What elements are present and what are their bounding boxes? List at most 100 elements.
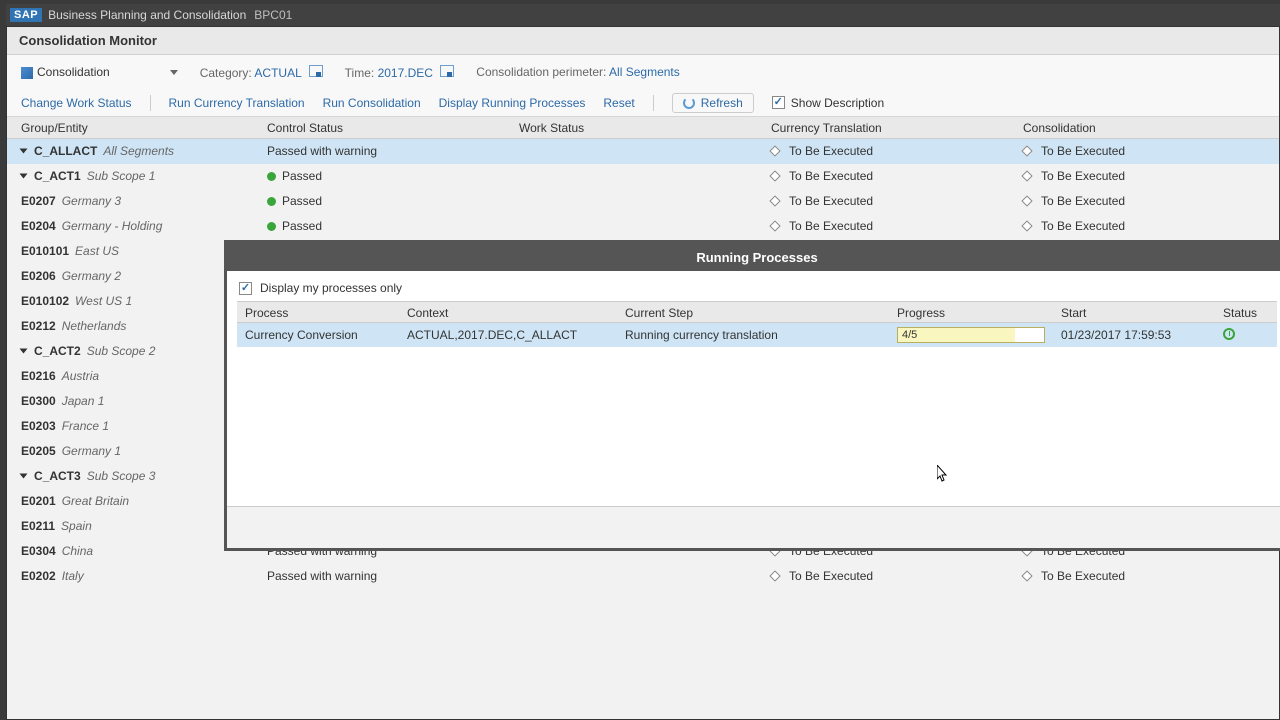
action-toolbar: Change Work Status Run Currency Translat… bbox=[7, 89, 1279, 117]
process-start: 01/23/2017 17:59:53 bbox=[1053, 328, 1215, 342]
picker-icon[interactable] bbox=[309, 65, 323, 77]
diamond-icon bbox=[769, 145, 780, 156]
entity-code: E0202 bbox=[21, 569, 56, 583]
cube-icon bbox=[21, 67, 33, 79]
entity-desc: Germany - Holding bbox=[62, 219, 163, 233]
table-row[interactable]: E0207Germany 3PassedTo Be ExecutedTo Be … bbox=[7, 189, 1279, 214]
entity-code: E010102 bbox=[21, 294, 69, 308]
entity-code: E0203 bbox=[21, 419, 56, 433]
my-processes-only-label: Display my processes only bbox=[260, 281, 402, 295]
progress-bar: 4/5 bbox=[897, 327, 1045, 343]
reset-button[interactable]: Reset bbox=[603, 96, 634, 110]
status-dot-icon bbox=[267, 222, 276, 231]
entity-desc: All Segments bbox=[103, 144, 174, 158]
header-consolidation[interactable]: Consolidation bbox=[1015, 117, 1279, 138]
process-step: Running currency translation bbox=[617, 328, 889, 342]
control-status-text: Passed bbox=[282, 219, 322, 233]
my-processes-only-checkbox[interactable] bbox=[239, 282, 252, 295]
consolidation-status-text: To Be Executed bbox=[1041, 169, 1125, 183]
expand-icon[interactable] bbox=[20, 349, 28, 354]
separator bbox=[653, 95, 654, 111]
currency-status-text: To Be Executed bbox=[789, 169, 873, 183]
change-work-status-button[interactable]: Change Work Status bbox=[21, 96, 132, 110]
diamond-icon bbox=[1021, 570, 1032, 581]
entity-desc: Germany 2 bbox=[62, 269, 121, 283]
table-row[interactable]: C_ALLACTAll SegmentsPassed with warningT… bbox=[7, 139, 1279, 164]
process-row[interactable]: Currency Conversion ACTUAL,2017.DEC,C_AL… bbox=[237, 323, 1277, 347]
entity-code: E0216 bbox=[21, 369, 56, 383]
header-process[interactable]: Process bbox=[237, 302, 399, 322]
dialog-footer bbox=[227, 506, 1280, 548]
header-current-step[interactable]: Current Step bbox=[617, 302, 889, 322]
entity-desc: Sub Scope 2 bbox=[87, 344, 156, 358]
process-status bbox=[1215, 328, 1277, 343]
clock-icon bbox=[1223, 328, 1235, 340]
refresh-button[interactable]: Refresh bbox=[672, 93, 754, 113]
status-dot-icon bbox=[267, 172, 276, 181]
diamond-icon bbox=[1021, 170, 1032, 181]
dialog-title: Running Processes bbox=[227, 243, 1280, 271]
entity-code: C_ACT1 bbox=[34, 169, 81, 183]
entity-code: E0300 bbox=[21, 394, 56, 408]
entity-desc: East US bbox=[75, 244, 119, 258]
entity-desc: Netherlands bbox=[62, 319, 127, 333]
entity-code: C_ACT2 bbox=[34, 344, 81, 358]
model-selector[interactable]: Consolidation bbox=[21, 65, 178, 79]
diamond-icon bbox=[1021, 220, 1032, 231]
entity-desc: Spain bbox=[61, 519, 92, 533]
header-entity[interactable]: Group/Entity bbox=[7, 117, 259, 138]
header-status[interactable]: Status bbox=[1215, 302, 1277, 322]
model-value: Consolidation bbox=[37, 65, 110, 79]
entity-code: C_ACT3 bbox=[34, 469, 81, 483]
grid-header: Group/Entity Control Status Work Status … bbox=[7, 117, 1279, 139]
refresh-icon bbox=[683, 97, 695, 109]
header-context[interactable]: Context bbox=[399, 302, 617, 322]
category-label: Category: bbox=[200, 66, 252, 80]
expand-icon[interactable] bbox=[20, 149, 28, 154]
process-progress: 4/5 bbox=[889, 327, 1053, 343]
entity-code: E0205 bbox=[21, 444, 56, 458]
display-running-processes-button[interactable]: Display Running Processes bbox=[439, 96, 586, 110]
titlebar: SAP Business Planning and Consolidation … bbox=[6, 4, 1280, 26]
header-work[interactable]: Work Status bbox=[511, 117, 763, 138]
time-value[interactable]: 2017.DEC bbox=[378, 66, 433, 80]
expand-icon[interactable] bbox=[20, 474, 28, 479]
consolidation-status-text: To Be Executed bbox=[1041, 194, 1125, 208]
header-progress[interactable]: Progress bbox=[889, 302, 1053, 322]
diamond-icon bbox=[769, 195, 780, 206]
separator bbox=[150, 95, 151, 111]
table-row[interactable]: E0202ItalyPassed with warningTo Be Execu… bbox=[7, 564, 1279, 589]
entity-desc: Austria bbox=[62, 369, 99, 383]
entity-desc: Italy bbox=[62, 569, 84, 583]
consolidation-status-text: To Be Executed bbox=[1041, 219, 1125, 233]
consolidation-status-text: To Be Executed bbox=[1041, 144, 1125, 158]
table-row[interactable]: C_ACT1Sub Scope 1PassedTo Be ExecutedTo … bbox=[7, 164, 1279, 189]
entity-code: E0201 bbox=[21, 494, 56, 508]
diamond-icon bbox=[769, 220, 780, 231]
picker-icon[interactable] bbox=[440, 65, 454, 77]
category-value[interactable]: ACTUAL bbox=[254, 66, 301, 80]
diamond-icon bbox=[1021, 145, 1032, 156]
entity-desc: Sub Scope 3 bbox=[87, 469, 156, 483]
perimeter-value[interactable]: All Segments bbox=[609, 65, 680, 79]
run-consolidation-button[interactable]: Run Consolidation bbox=[323, 96, 421, 110]
table-row[interactable]: E0204Germany - HoldingPassedTo Be Execut… bbox=[7, 214, 1279, 239]
show-description-checkbox[interactable] bbox=[772, 96, 785, 109]
process-name: Currency Conversion bbox=[237, 328, 399, 342]
control-status-text: Passed bbox=[282, 194, 322, 208]
entity-desc: West US 1 bbox=[75, 294, 132, 308]
entity-code: E0207 bbox=[21, 194, 56, 208]
control-status-text: Passed with warning bbox=[267, 144, 377, 158]
control-status-text: Passed bbox=[282, 169, 322, 183]
header-start[interactable]: Start bbox=[1053, 302, 1215, 322]
entity-code: E0212 bbox=[21, 319, 56, 333]
page-title: Consolidation Monitor bbox=[7, 27, 1279, 55]
entity-code: E010101 bbox=[21, 244, 69, 258]
run-currency-translation-button[interactable]: Run Currency Translation bbox=[169, 96, 305, 110]
expand-icon[interactable] bbox=[20, 174, 28, 179]
progress-text: 4/5 bbox=[902, 329, 917, 341]
header-control[interactable]: Control Status bbox=[259, 117, 511, 138]
refresh-label: Refresh bbox=[701, 96, 743, 110]
currency-status-text: To Be Executed bbox=[789, 219, 873, 233]
header-currency[interactable]: Currency Translation bbox=[763, 117, 1015, 138]
